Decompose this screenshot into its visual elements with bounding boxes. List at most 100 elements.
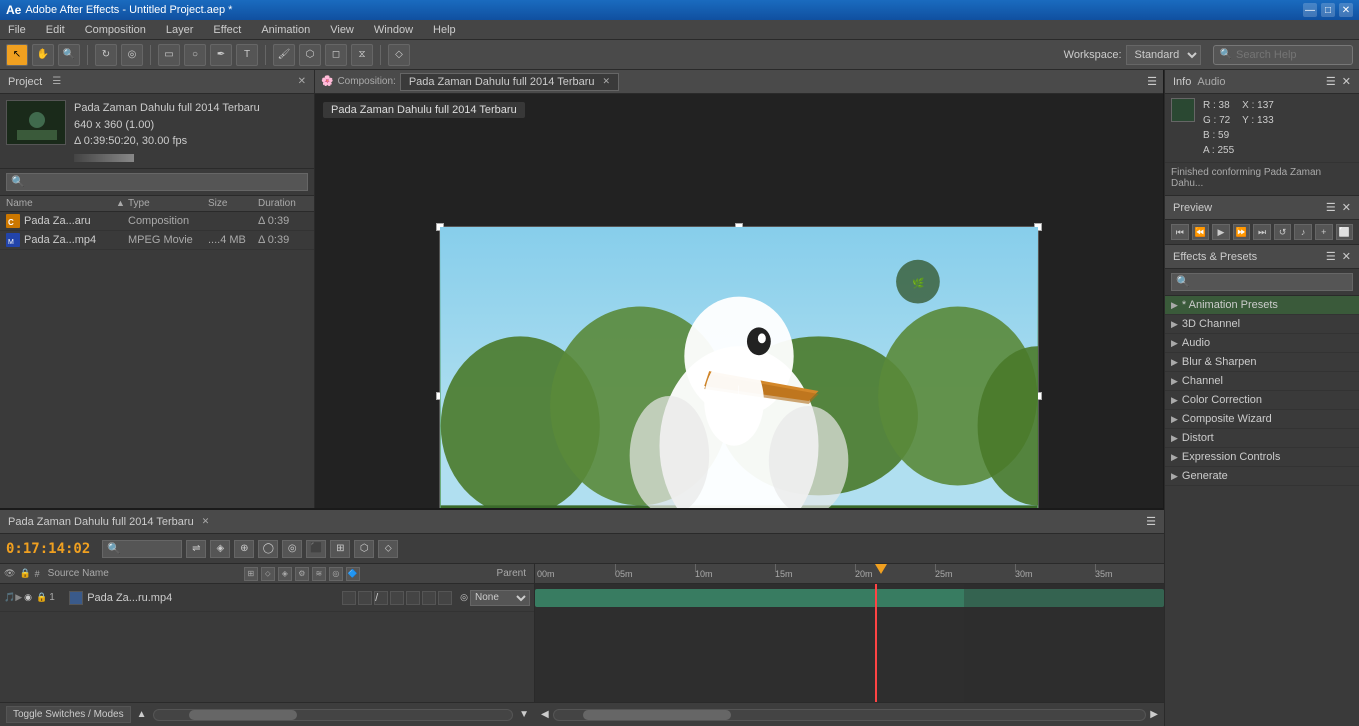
timeline-btn-2[interactable]: ◈ bbox=[210, 540, 230, 558]
project-tab[interactable]: Project bbox=[8, 76, 42, 88]
search-help-input[interactable] bbox=[1236, 49, 1346, 61]
project-search-input[interactable] bbox=[6, 173, 308, 191]
layer-switch-adjust[interactable] bbox=[422, 591, 436, 605]
preview-skip-forward[interactable]: ⏭ bbox=[1253, 224, 1271, 240]
preview-step-back[interactable]: ⏪ bbox=[1192, 224, 1210, 240]
tool-stamp[interactable]: ⬡ bbox=[299, 44, 321, 66]
timeline-tab-label[interactable]: Pada Zaman Dahulu full 2014 Terbaru bbox=[8, 516, 194, 528]
project-close-button[interactable]: ✕ bbox=[298, 76, 306, 87]
preview-play[interactable]: ▶ bbox=[1212, 224, 1230, 240]
audio-tab[interactable]: Audio bbox=[1197, 76, 1225, 88]
preview-skip-back[interactable]: ⏮ bbox=[1171, 224, 1189, 240]
preview-loop[interactable]: ↺ bbox=[1274, 224, 1292, 240]
menu-view[interactable]: View bbox=[326, 22, 358, 38]
preview-close[interactable]: ✕ bbox=[1342, 201, 1351, 214]
effects-composite-wizard[interactable]: ▶ Composite Wizard bbox=[1165, 410, 1359, 429]
effects-menu[interactable]: ☰ bbox=[1326, 250, 1336, 263]
info-menu[interactable]: ☰ bbox=[1326, 75, 1336, 88]
menu-window[interactable]: Window bbox=[370, 22, 417, 38]
preview-render[interactable]: ⬜ bbox=[1336, 224, 1354, 240]
layer-quality-icon[interactable]: ◈ bbox=[278, 567, 292, 581]
timeline-btn-9[interactable]: ⬦ bbox=[378, 540, 398, 558]
timeline-playback-icon-2[interactable]: ▼ bbox=[519, 709, 529, 720]
layer-collapse-icon[interactable]: ⬦ bbox=[261, 567, 275, 581]
layer-switch-shy[interactable] bbox=[342, 591, 356, 605]
project-item-movie[interactable]: M Pada Za...mp4 MPEG Movie ....4 MB Δ 0:… bbox=[0, 231, 314, 250]
layer-motion-icon[interactable]: ≋ bbox=[312, 567, 326, 581]
timeline-search-input[interactable] bbox=[102, 540, 182, 558]
track-scroll-bar[interactable] bbox=[553, 709, 1147, 721]
comp-header-menu[interactable]: ☰ bbox=[1147, 75, 1157, 88]
effects-distort[interactable]: ▶ Distort bbox=[1165, 429, 1359, 448]
effects-close[interactable]: ✕ bbox=[1342, 250, 1351, 263]
layer-icon-shy[interactable]: 👁 bbox=[4, 568, 15, 579]
info-close[interactable]: ✕ bbox=[1342, 75, 1351, 88]
menu-effect[interactable]: Effect bbox=[209, 22, 245, 38]
tool-puppet[interactable]: ⧖ bbox=[351, 44, 373, 66]
timeline-btn-4[interactable]: ◯ bbox=[258, 540, 278, 558]
effects-search-input[interactable] bbox=[1171, 273, 1353, 291]
timeline-btn-7[interactable]: ⊞ bbox=[330, 540, 350, 558]
window-controls[interactable]: — □ ✕ bbox=[1303, 3, 1353, 17]
effects-expression-controls[interactable]: ▶ Expression Controls bbox=[1165, 448, 1359, 467]
tool-selection[interactable]: ↖ bbox=[6, 44, 28, 66]
tool-shape[interactable]: ◇ bbox=[388, 44, 410, 66]
timeline-btn-8[interactable]: ⬡ bbox=[354, 540, 374, 558]
tool-brush[interactable]: 🖌 bbox=[273, 44, 295, 66]
layer-parent-select[interactable]: None bbox=[470, 590, 530, 606]
layer-solo-icon[interactable]: ◉ bbox=[24, 592, 32, 603]
tool-rotate[interactable]: ↻ bbox=[95, 44, 117, 66]
info-tab[interactable]: Info bbox=[1173, 76, 1191, 88]
layer-effects-icon[interactable]: ⚙ bbox=[295, 567, 309, 581]
timeline-tab-close[interactable]: ✕ bbox=[202, 516, 210, 527]
tool-text[interactable]: T bbox=[236, 44, 258, 66]
effects-tab[interactable]: Effects & Presets bbox=[1173, 251, 1257, 263]
timeline-scroll-area[interactable] bbox=[153, 709, 514, 721]
track-scroll-right[interactable]: ▶ bbox=[1150, 709, 1158, 720]
timeline-btn-6[interactable]: ⬛ bbox=[306, 540, 326, 558]
tool-camera-orbit[interactable]: ◎ bbox=[121, 44, 143, 66]
timeline-btn-3[interactable]: ⊕ bbox=[234, 540, 254, 558]
timeline-playback-icon-1[interactable]: ▲ bbox=[137, 709, 147, 720]
timeline-menu[interactable]: ☰ bbox=[1146, 515, 1156, 528]
layer-shy-icon[interactable]: ⊞ bbox=[244, 567, 258, 581]
layer-name-label[interactable]: Pada Za...ru.mp4 bbox=[87, 592, 342, 604]
menu-layer[interactable]: Layer bbox=[162, 22, 198, 38]
layer-switch-quality[interactable]: / bbox=[374, 591, 388, 605]
maximize-button[interactable]: □ bbox=[1321, 3, 1335, 17]
project-menu-button[interactable]: ☰ bbox=[52, 76, 61, 87]
menu-animation[interactable]: Animation bbox=[257, 22, 314, 38]
project-item-comp[interactable]: C Pada Za...aru Composition Δ 0:39 bbox=[0, 212, 314, 231]
close-button[interactable]: ✕ bbox=[1339, 3, 1353, 17]
layer-lock-icon[interactable]: 🔒 bbox=[36, 592, 47, 603]
timeline-btn-5[interactable]: ◎ bbox=[282, 540, 302, 558]
comp-tab-close[interactable]: ✕ bbox=[603, 76, 611, 87]
menu-help[interactable]: Help bbox=[429, 22, 460, 38]
effects-channel[interactable]: ▶ Channel bbox=[1165, 372, 1359, 391]
comp-tab[interactable]: Pada Zaman Dahulu full 2014 Terbaru ✕ bbox=[400, 73, 619, 91]
tool-zoom[interactable]: 🔍 bbox=[58, 44, 80, 66]
layer-3d-icon[interactable]: 🔷 bbox=[346, 567, 360, 581]
workspace-select[interactable]: Standard bbox=[1126, 45, 1201, 65]
layer-adjust-icon[interactable]: ◎ bbox=[329, 567, 343, 581]
track-scroll-left[interactable]: ◀ bbox=[541, 709, 549, 720]
preview-step-forward[interactable]: ⏩ bbox=[1233, 224, 1251, 240]
layer-switch-3d[interactable] bbox=[438, 591, 452, 605]
layer-switch-motion[interactable] bbox=[406, 591, 420, 605]
timeline-btn-1[interactable]: ⇌ bbox=[186, 540, 206, 558]
preview-menu[interactable]: ☰ bbox=[1326, 201, 1336, 214]
minimize-button[interactable]: — bbox=[1303, 3, 1317, 17]
effects-generate[interactable]: ▶ Generate bbox=[1165, 467, 1359, 486]
tool-pen[interactable]: ✒ bbox=[210, 44, 232, 66]
preview-audio[interactable]: ♪ bbox=[1294, 224, 1312, 240]
menu-file[interactable]: File bbox=[4, 22, 30, 38]
layer-switch-collapse[interactable] bbox=[358, 591, 372, 605]
effects-audio[interactable]: ▶ Audio bbox=[1165, 334, 1359, 353]
preview-tab[interactable]: Preview bbox=[1173, 202, 1212, 214]
menu-edit[interactable]: Edit bbox=[42, 22, 69, 38]
preview-add[interactable]: + bbox=[1315, 224, 1333, 240]
effects-animation-presets[interactable]: ▶ * Animation Presets bbox=[1165, 296, 1359, 315]
menu-composition[interactable]: Composition bbox=[81, 22, 150, 38]
effects-3d-channel[interactable]: ▶ 3D Channel bbox=[1165, 315, 1359, 334]
tool-hand[interactable]: ✋ bbox=[32, 44, 54, 66]
